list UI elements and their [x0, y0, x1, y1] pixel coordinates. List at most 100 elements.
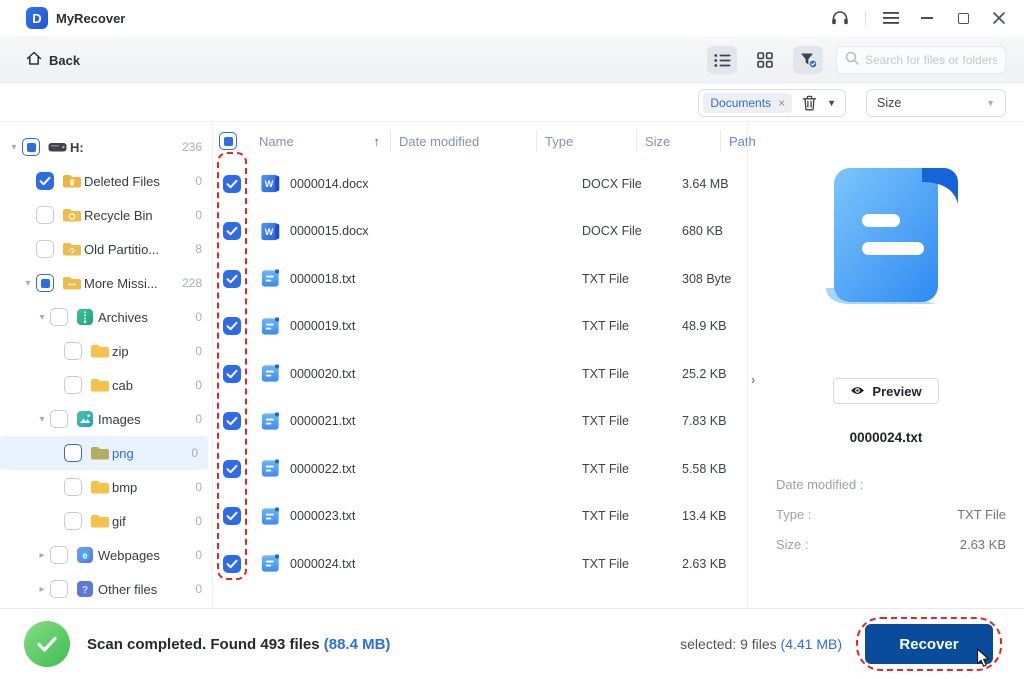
filter-icon[interactable]	[793, 46, 823, 74]
table-row[interactable]: 0000023.txtTXT File13.4 KB	[213, 493, 747, 541]
recover-button[interactable]: Recover	[865, 624, 993, 664]
row-checkbox[interactable]	[223, 175, 241, 193]
checkbox[interactable]	[64, 376, 82, 394]
table-row[interactable]: 0000019.txtTXT File48.9 KB	[213, 303, 747, 351]
checkbox[interactable]	[22, 138, 40, 156]
selection-summary: selected: 9 files (4.41 MB)	[680, 636, 842, 652]
sidebar-item-label: gif	[112, 514, 126, 529]
sidebar-item-archives[interactable]: ▾Archives0	[0, 300, 212, 334]
table-header: Name ↑ Date modified Type Size Path	[213, 122, 747, 160]
caret-right-icon[interactable]: ▸	[34, 584, 50, 595]
caret-down-icon[interactable]: ▾	[20, 278, 36, 289]
sidebar-item-png[interactable]: png0	[0, 436, 208, 470]
main-area: ▾H:236Deleted Files0Recycle Bin0Old Part…	[0, 122, 1024, 608]
menu-icon[interactable]	[876, 5, 906, 31]
cell-type: TXT File	[574, 319, 674, 333]
trash-icon[interactable]	[802, 95, 817, 111]
table-row[interactable]: W0000015.docxDOCX File680 KB	[213, 208, 747, 256]
sidebar-item-zip[interactable]: zip0	[0, 334, 212, 368]
chevron-down-icon[interactable]: ▼	[827, 98, 836, 108]
scan-status: Scan completed. Found 493 files (88.4 MB…	[87, 636, 390, 653]
headphones-icon[interactable]	[825, 5, 855, 31]
column-header-type[interactable]: Type	[536, 130, 636, 152]
images-icon	[76, 410, 98, 428]
checkbox[interactable]	[64, 342, 82, 360]
txt-file-icon	[259, 457, 282, 480]
checkbox[interactable]	[36, 172, 54, 190]
file-name: 0000022.txt	[290, 462, 355, 476]
sidebar-item-deleted-files[interactable]: Deleted Files0	[0, 164, 212, 198]
sidebar-item-webpages[interactable]: ▸eWebpages0	[0, 538, 212, 572]
preview-button-label: Preview	[872, 384, 921, 399]
select-all-checkbox[interactable]	[219, 132, 237, 150]
column-header-name[interactable]: Name ↑	[251, 130, 390, 152]
sort-asc-icon[interactable]: ↑	[374, 134, 381, 149]
row-checkbox[interactable]	[223, 365, 241, 383]
grid-view-icon[interactable]	[750, 46, 780, 74]
checkbox[interactable]	[64, 444, 82, 462]
sidebar-item-more-missi[interactable]: ▾More Missi...228	[0, 266, 212, 300]
remove-tag-icon[interactable]: ×	[778, 96, 785, 110]
checkbox[interactable]	[50, 546, 68, 564]
minimize-icon[interactable]	[912, 5, 942, 31]
sidebar-item-bmp[interactable]: bmp0	[0, 470, 212, 504]
column-header-date-modified[interactable]: Date modified	[390, 130, 536, 152]
preview-filename: 0000024.txt	[748, 430, 1024, 445]
list-view-icon[interactable]	[707, 46, 737, 74]
table-row[interactable]: 0000020.txtTXT File25.2 KB	[213, 350, 747, 398]
preview-button[interactable]: Preview	[833, 378, 938, 404]
caret-down-icon[interactable]: ▾	[6, 142, 22, 153]
row-checkbox[interactable]	[223, 270, 241, 288]
checkbox[interactable]	[50, 580, 68, 598]
sidebar-item-old-partitio[interactable]: Old Partitio...8	[0, 232, 212, 266]
cell-size: 25.2 KB	[674, 367, 758, 381]
sidebar-item-h[interactable]: ▾H:236	[0, 130, 212, 164]
size-dropdown[interactable]: Size ▼	[866, 89, 1006, 117]
caret-down-icon[interactable]: ▾	[34, 414, 50, 425]
checkbox[interactable]	[64, 512, 82, 530]
cell-size: 308 Byte	[674, 272, 758, 286]
file-name: 0000023.txt	[290, 509, 355, 523]
checkbox[interactable]	[36, 274, 54, 292]
table-row[interactable]: W0000014.docxDOCX File3.64 MB	[213, 160, 747, 208]
sidebar-item-gif[interactable]: gif0	[0, 504, 212, 538]
sidebar-item-label: Recycle Bin	[84, 208, 153, 223]
sidebar-item-images[interactable]: ▾Images0	[0, 402, 212, 436]
maximize-icon[interactable]	[948, 5, 978, 31]
collapse-panel-icon[interactable]: ›	[751, 372, 755, 387]
row-checkbox[interactable]	[223, 460, 241, 478]
folder-recycle-icon	[62, 207, 84, 223]
close-icon[interactable]	[984, 5, 1014, 31]
search-input[interactable]	[865, 53, 997, 67]
checkbox[interactable]	[36, 206, 54, 224]
checkbox[interactable]	[50, 308, 68, 326]
caret-right-icon[interactable]: ▸	[34, 550, 50, 561]
sidebar-item-other-files[interactable]: ▸?Other files0	[0, 572, 212, 606]
sidebar-item-cab[interactable]: cab0	[0, 368, 212, 402]
table-row[interactable]: 0000024.txtTXT File2.63 KB	[213, 540, 747, 588]
sidebar-item-recycle-bin[interactable]: Recycle Bin0	[0, 198, 212, 232]
item-count: 8	[195, 242, 202, 256]
sidebar-item-label: More Missi...	[84, 276, 158, 291]
caret-down-icon[interactable]: ▾	[34, 312, 50, 323]
app-logo-icon: D	[26, 7, 48, 29]
row-checkbox[interactable]	[223, 507, 241, 525]
column-header-size[interactable]: Size	[636, 130, 720, 152]
field-size: Size : 2.63 KB	[776, 529, 1006, 559]
back-button[interactable]: Back	[26, 51, 80, 69]
row-checkbox[interactable]	[223, 555, 241, 573]
checkbox[interactable]	[36, 240, 54, 258]
table-row[interactable]: 0000021.txtTXT File7.83 KB	[213, 398, 747, 446]
table-row[interactable]: 0000022.txtTXT File5.58 KB	[213, 445, 747, 493]
home-icon	[26, 51, 42, 69]
search-box	[836, 46, 1006, 74]
checkbox[interactable]	[64, 478, 82, 496]
back-label: Back	[49, 53, 80, 68]
sidebar-item-label: png	[112, 446, 134, 461]
checkbox[interactable]	[50, 410, 68, 428]
filter-tag-documents[interactable]: Documents ×	[703, 93, 792, 113]
table-row[interactable]: 0000018.txtTXT File308 Byte	[213, 255, 747, 303]
row-checkbox[interactable]	[223, 222, 241, 240]
row-checkbox[interactable]	[223, 412, 241, 430]
row-checkbox[interactable]	[223, 317, 241, 335]
